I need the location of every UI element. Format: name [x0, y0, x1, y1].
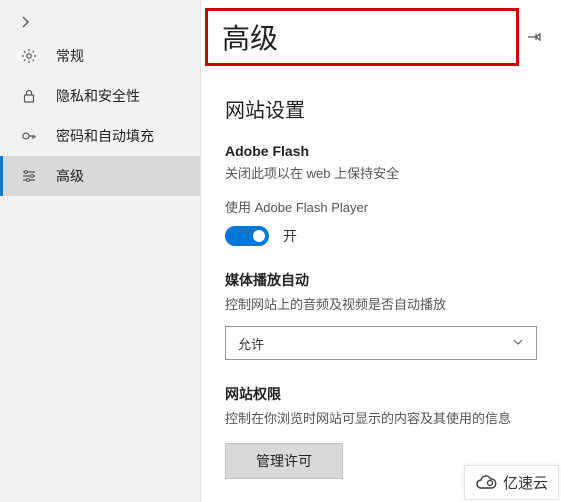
watermark-text: 亿速云 — [503, 472, 548, 493]
flash-toggle[interactable] — [225, 226, 269, 246]
lock-icon — [20, 87, 38, 105]
chevron-down-icon — [512, 336, 524, 351]
pin-icon — [527, 30, 541, 44]
watermark: 亿速云 — [464, 465, 559, 500]
section-title-website-settings: 网站设置 — [225, 94, 537, 123]
sidebar-item-label: 密码和自动填充 — [56, 126, 154, 146]
setting-media-autoplay: 媒体播放自动 控制网站上的音频及视频是否自动播放 允许 — [225, 270, 537, 360]
page-title: 高级 — [222, 17, 502, 57]
item-desc: 关闭此项以在 web 上保持安全 — [225, 165, 537, 183]
sidebar-item-general[interactable]: 常规 — [0, 36, 200, 76]
sidebar-item-advanced[interactable]: 高级 — [0, 156, 200, 196]
item-subline: 使用 Adobe Flash Player — [225, 197, 537, 216]
item-title: Adobe Flash — [225, 143, 537, 159]
media-autoplay-select[interactable]: 允许 — [225, 326, 537, 360]
item-desc: 控制网站上的音频及视频是否自动播放 — [225, 296, 537, 314]
item-title: 网站权限 — [225, 384, 537, 404]
chevron-right-icon — [20, 16, 32, 28]
setting-adobe-flash: Adobe Flash 关闭此项以在 web 上保持安全 使用 Adobe Fl… — [225, 143, 537, 246]
sidebar-item-label: 隐私和安全性 — [56, 86, 140, 106]
item-title: 媒体播放自动 — [225, 270, 537, 290]
page-title-highlight: 高级 — [205, 8, 519, 66]
back-button[interactable] — [0, 8, 200, 36]
item-desc: 控制在你浏览时网站可显示的内容及其使用的信息 — [225, 410, 537, 428]
sidebar-item-label: 常规 — [56, 46, 84, 66]
sidebar-item-privacy[interactable]: 隐私和安全性 — [0, 76, 200, 116]
manage-permissions-button[interactable]: 管理许可 — [225, 443, 343, 479]
key-icon — [20, 127, 38, 145]
toggle-knob — [253, 230, 265, 242]
pin-button[interactable] — [519, 30, 549, 44]
main-panel: 高级 网站设置 Adobe Flash 关闭此项以在 web 上保持安全 使用 … — [201, 0, 561, 502]
toggle-state-label: 开 — [283, 226, 297, 246]
sidebar: 常规 隐私和安全性 密码和自动填充 高级 — [0, 0, 201, 502]
gear-icon — [20, 47, 38, 65]
sidebar-item-passwords[interactable]: 密码和自动填充 — [0, 116, 200, 156]
select-value: 允许 — [238, 334, 264, 353]
sidebar-item-label: 高级 — [56, 166, 84, 186]
sliders-icon — [20, 167, 38, 185]
cloud-icon — [475, 475, 497, 491]
